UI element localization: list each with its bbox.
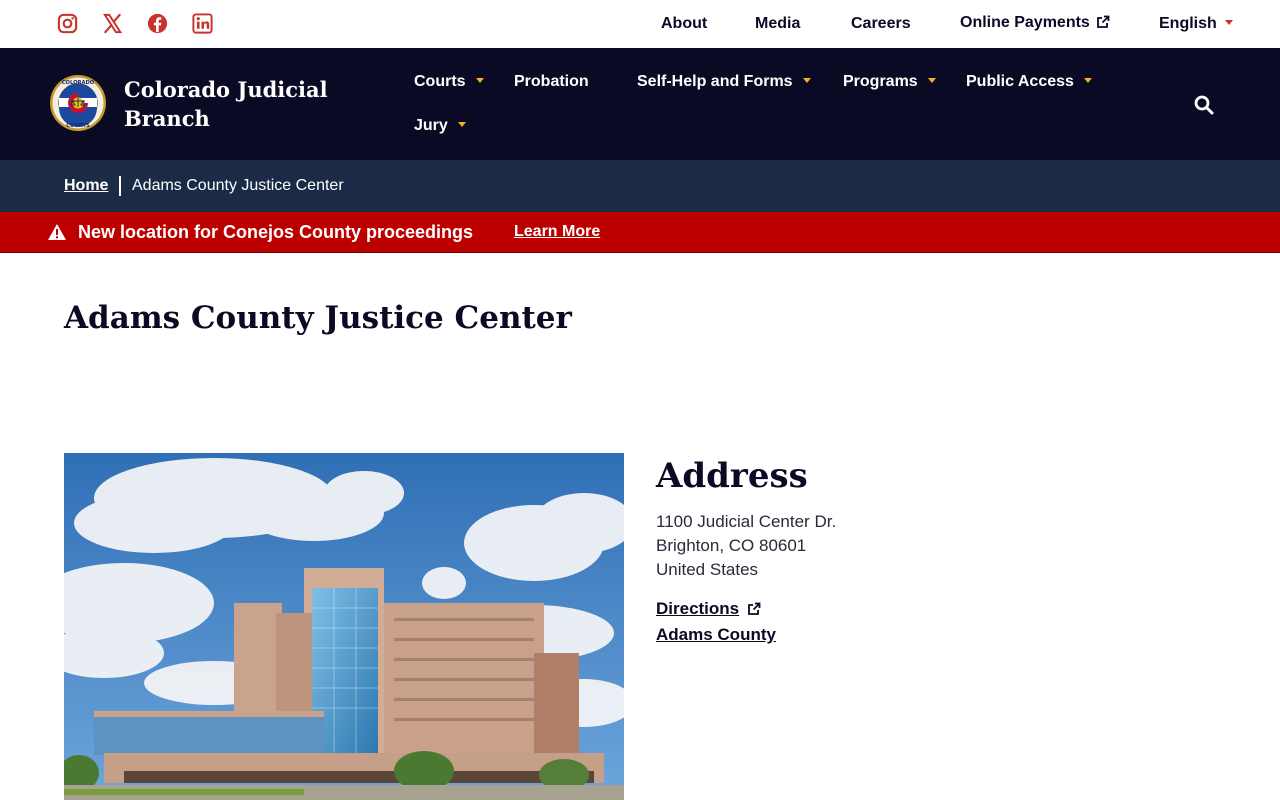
linkedin-link[interactable] bbox=[191, 12, 214, 35]
online-payments-link[interactable]: Online Payments bbox=[960, 14, 1110, 32]
svg-text:COLORADO: COLORADO bbox=[62, 80, 95, 86]
nav-item-jury-label: Jury bbox=[414, 117, 448, 134]
nav-item-jury[interactable]: Jury bbox=[414, 117, 466, 135]
breadcrumb: Home Adams County Justice Center bbox=[0, 160, 1280, 212]
instagram-link[interactable] bbox=[56, 12, 79, 35]
chevron-down-icon bbox=[1224, 20, 1233, 25]
language-selector[interactable]: English bbox=[1159, 15, 1233, 33]
learn-more-link[interactable]: Learn More bbox=[514, 223, 600, 241]
external-link-icon bbox=[1096, 15, 1110, 28]
nav-item-public-access-label: Public Access bbox=[966, 73, 1074, 90]
about-link[interactable]: About bbox=[661, 15, 707, 33]
address-line-2: Brighton, CO 80601 bbox=[656, 536, 807, 555]
chevron-down-icon bbox=[1083, 78, 1092, 83]
chevron-down-icon bbox=[802, 78, 811, 83]
linkedin-icon bbox=[192, 13, 213, 34]
warning-icon bbox=[48, 224, 66, 240]
site-header: COLORADO COURTS Colorado Judicial Branch… bbox=[0, 48, 1280, 160]
nav-item-self-help[interactable]: Self-Help and Forms bbox=[637, 73, 811, 91]
social-links bbox=[56, 12, 214, 35]
site-name[interactable]: Colorado Judicial Branch bbox=[124, 75, 344, 133]
media-link[interactable]: Media bbox=[755, 15, 800, 33]
facebook-icon bbox=[147, 13, 168, 34]
nav-item-courts[interactable]: Courts bbox=[414, 73, 484, 91]
directions-label: Directions bbox=[656, 599, 740, 618]
alert-banner: New location for Conejos County proceedi… bbox=[0, 212, 1280, 253]
address-block: 1100 Judicial Center Dr. Brighton, CO 80… bbox=[656, 510, 836, 582]
utility-bar: About Media Careers Online Payments Engl… bbox=[0, 0, 1280, 48]
external-link-icon bbox=[748, 602, 761, 615]
alert-message: New location for Conejos County proceedi… bbox=[78, 222, 474, 242]
county-link[interactable]: Adams County bbox=[656, 625, 776, 645]
page-title: Adams County Justice Center bbox=[64, 300, 572, 336]
nav-item-public-access[interactable]: Public Access bbox=[966, 73, 1092, 91]
nav-item-probation-label: Probation bbox=[514, 73, 589, 90]
nav-item-programs-label: Programs bbox=[843, 73, 918, 90]
nav-item-courts-label: Courts bbox=[414, 73, 466, 90]
nav-item-programs[interactable]: Programs bbox=[843, 73, 936, 91]
chevron-down-icon bbox=[457, 122, 466, 127]
nav-item-probation[interactable]: Probation bbox=[514, 73, 589, 91]
colorado-courts-seal-logo[interactable]: COLORADO COURTS bbox=[49, 74, 107, 132]
language-label: English bbox=[1159, 15, 1217, 32]
justice-center-photo bbox=[64, 453, 624, 800]
search-icon[interactable] bbox=[1193, 94, 1215, 116]
breadcrumb-separator bbox=[119, 176, 121, 196]
svg-text:COURTS: COURTS bbox=[66, 123, 90, 129]
address-line-3: United States bbox=[656, 560, 759, 579]
address-line-1: 1100 Judicial Center Dr. bbox=[656, 512, 837, 531]
chevron-down-icon bbox=[475, 78, 484, 83]
breadcrumb-current: Adams County Justice Center bbox=[132, 177, 344, 194]
x-twitter-link[interactable] bbox=[101, 12, 124, 35]
address-heading: Address bbox=[656, 456, 808, 496]
instagram-icon bbox=[57, 13, 78, 34]
nav-item-self-help-label: Self-Help and Forms bbox=[637, 73, 793, 90]
directions-link[interactable]: Directions bbox=[656, 599, 761, 619]
facebook-link[interactable] bbox=[146, 12, 169, 35]
online-payments-label: Online Payments bbox=[960, 14, 1090, 31]
breadcrumb-home-link[interactable]: Home bbox=[64, 177, 108, 195]
x-twitter-icon bbox=[103, 13, 123, 34]
careers-link[interactable]: Careers bbox=[851, 15, 911, 33]
chevron-down-icon bbox=[927, 78, 936, 83]
